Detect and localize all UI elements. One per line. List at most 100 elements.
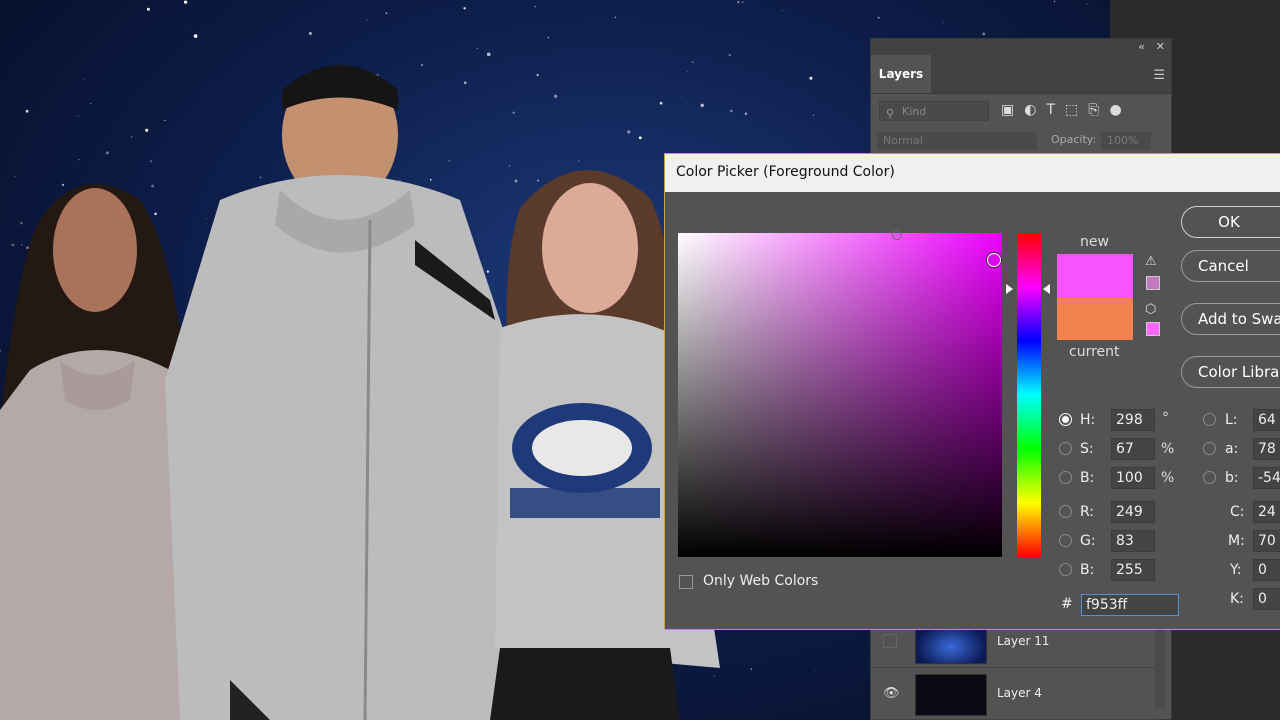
star <box>742 1 744 3</box>
star <box>146 7 150 11</box>
magenta-field[interactable]: 70 <box>1253 530 1280 552</box>
b-channel-field[interactable]: -54 <box>1253 467 1280 489</box>
layer-row[interactable]: 👁 Layer 4 <box>871 669 1157 720</box>
star <box>77 115 79 117</box>
red-label: R: <box>1080 504 1095 520</box>
brightness-field[interactable]: 100 <box>1111 467 1155 489</box>
hue-slider-handle-right[interactable] <box>1043 284 1050 294</box>
a-channel-radio[interactable] <box>1203 442 1216 455</box>
star <box>1086 3 1088 5</box>
green-field[interactable]: 83 <box>1111 530 1155 552</box>
star <box>84 78 86 80</box>
saturation-unit: % <box>1161 441 1175 457</box>
star <box>700 103 704 108</box>
dialog-title-bar[interactable]: Color Picker (Foreground Color) <box>665 154 1280 192</box>
previous-color-marker <box>892 230 902 240</box>
star <box>385 12 388 14</box>
cyan-field[interactable]: 24 <box>1253 501 1280 523</box>
layer-filter-kind[interactable]: ⚲ Kind <box>879 101 989 121</box>
b-channel-radio[interactable] <box>1203 471 1216 484</box>
star <box>982 32 986 36</box>
filter-icons: ▣ ◐ T ⬚ ⎘ ● <box>1001 102 1122 118</box>
red-field[interactable]: 249 <box>1111 501 1155 523</box>
star <box>687 71 689 73</box>
star <box>728 54 731 57</box>
type-filter-icon[interactable]: T <box>1046 102 1055 118</box>
hue-radio[interactable] <box>1059 413 1072 426</box>
hex-input[interactable]: f953ff <box>1081 594 1179 616</box>
lightness-field[interactable]: 64 <box>1253 409 1280 431</box>
web-safe-color-swatch[interactable] <box>1146 322 1160 336</box>
star <box>193 34 198 38</box>
ok-button[interactable]: OK <box>1181 206 1280 238</box>
star <box>463 7 466 10</box>
saturation-field[interactable]: 67 <box>1111 438 1155 460</box>
gamut-color-swatch[interactable] <box>1146 276 1160 290</box>
star <box>877 16 880 19</box>
cancel-button[interactable]: Cancel <box>1181 250 1280 282</box>
color-field-marker[interactable] <box>987 253 1001 267</box>
star <box>553 94 558 99</box>
eye-icon[interactable]: 👁 <box>883 686 900 701</box>
star <box>729 109 733 113</box>
panel-scrollbar[interactable] <box>1155 629 1165 709</box>
yellow-field[interactable]: 0 <box>1253 559 1280 581</box>
blend-mode-select[interactable]: Normal <box>877 132 1037 150</box>
star <box>366 19 368 21</box>
current-color-swatch[interactable] <box>1057 298 1133 340</box>
star <box>186 26 188 28</box>
star <box>105 151 109 155</box>
brightness-radio[interactable] <box>1059 471 1072 484</box>
star <box>638 136 642 140</box>
web-safe-cube-icon[interactable]: ⬡ <box>1145 302 1156 317</box>
image-filter-icon[interactable]: ▣ <box>1001 102 1014 118</box>
a-channel-field[interactable]: 78 <box>1253 438 1280 460</box>
hue-slider[interactable] <box>1017 233 1041 557</box>
blue-radio[interactable] <box>1059 563 1072 576</box>
star <box>183 0 188 4</box>
star <box>744 112 748 115</box>
hue-field[interactable]: 298 <box>1111 409 1155 431</box>
green-radio[interactable] <box>1059 534 1072 547</box>
collapse-icon[interactable]: « <box>1138 40 1145 53</box>
saturation-brightness-field[interactable] <box>678 233 1002 557</box>
star <box>145 128 149 132</box>
star <box>476 47 478 49</box>
star <box>809 76 813 80</box>
panel-menu-icon[interactable]: ☰ <box>1153 68 1165 83</box>
filter-toggle-icon[interactable]: ● <box>1109 102 1121 118</box>
out-of-gamut-warning-icon[interactable]: ⚠ <box>1145 254 1157 269</box>
black-label: K: <box>1230 591 1244 607</box>
saturation-label: S: <box>1080 441 1094 457</box>
black-field[interactable]: 0 <box>1253 588 1280 610</box>
hue-slider-handle-left[interactable] <box>1006 284 1013 294</box>
only-web-colors-label: Only Web Colors <box>703 573 819 589</box>
current-color-label: current <box>1069 344 1120 360</box>
hue-label: H: <box>1080 412 1096 428</box>
magenta-label: M: <box>1228 533 1245 549</box>
shape-filter-icon[interactable]: ⬚ <box>1065 102 1078 118</box>
star <box>687 102 688 103</box>
blue-field[interactable]: 255 <box>1111 559 1155 581</box>
smart-object-filter-icon[interactable]: ⎘ <box>1088 102 1099 118</box>
dialog-title: Color Picker (Foreground Color) <box>676 164 895 180</box>
lightness-radio[interactable] <box>1203 413 1216 426</box>
saturation-radio[interactable] <box>1059 442 1072 455</box>
panel-tab-row: Layers ☰ <box>871 55 1171 94</box>
visibility-toggle[interactable] <box>883 634 897 648</box>
red-radio[interactable] <box>1059 505 1072 518</box>
layer-thumbnail <box>915 674 987 716</box>
layer-filter-label: Kind <box>902 105 927 118</box>
star <box>781 9 783 12</box>
star <box>308 31 312 36</box>
opacity-input[interactable]: 100% <box>1101 132 1151 150</box>
tab-layers[interactable]: Layers <box>871 55 931 93</box>
only-web-colors-checkbox[interactable] <box>679 575 693 589</box>
star <box>659 101 663 105</box>
hue-unit: ° <box>1162 410 1169 426</box>
star <box>814 670 815 672</box>
add-to-swatches-button[interactable]: Add to Swatches <box>1181 303 1280 335</box>
close-panel-icon[interactable]: ✕ <box>1156 40 1165 53</box>
adjustment-filter-icon[interactable]: ◐ <box>1024 102 1036 118</box>
color-libraries-button[interactable]: Color Libraries <box>1181 356 1280 388</box>
